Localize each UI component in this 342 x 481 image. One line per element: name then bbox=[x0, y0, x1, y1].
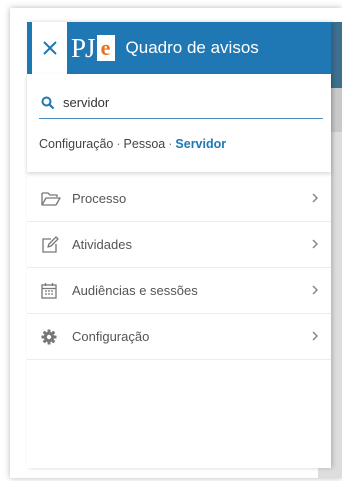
menu-item-label: Configuração bbox=[72, 329, 150, 344]
breadcrumb-item: Pessoa bbox=[123, 137, 166, 151]
breadcrumb-item-active: Servidor bbox=[175, 137, 227, 151]
menu-item-configuracao[interactable]: Configuração bbox=[27, 314, 331, 360]
menu-item-atividades[interactable]: Atividades bbox=[27, 222, 331, 268]
logo-text: PJ bbox=[71, 33, 96, 63]
close-icon bbox=[42, 41, 57, 55]
search-panel: Configuração·Pessoa·Servidor bbox=[27, 74, 331, 172]
calendar-icon bbox=[41, 282, 63, 300]
menu-item-label: Processo bbox=[72, 191, 127, 206]
chevron-right-icon bbox=[312, 331, 319, 341]
folder-open-icon bbox=[41, 190, 63, 208]
pje-logo[interactable]: PJ e bbox=[71, 33, 115, 63]
search-field bbox=[39, 87, 323, 119]
navigation-drawer: PJ e Quadro de avisos Configuração·Pesso… bbox=[27, 22, 331, 468]
breadcrumb-separator: · bbox=[116, 137, 121, 151]
drawer-header: PJ e Quadro de avisos bbox=[27, 22, 331, 74]
chevron-right-icon bbox=[312, 285, 319, 295]
search-input[interactable] bbox=[63, 91, 263, 114]
menu-item-audiencias[interactable]: Audiências e sessões bbox=[27, 268, 331, 314]
menu-item-processo[interactable]: Processo bbox=[27, 176, 331, 222]
breadcrumb-item: Configuração bbox=[39, 137, 114, 151]
menu-item-label: Atividades bbox=[72, 237, 132, 252]
main-menu: Processo Atividades Audiências e sessões… bbox=[27, 176, 331, 360]
chevron-right-icon bbox=[312, 193, 319, 203]
logo-badge: e bbox=[96, 35, 115, 61]
gear-icon bbox=[41, 328, 63, 346]
search-result-breadcrumb[interactable]: Configuração · Pessoa · Servidor bbox=[39, 137, 226, 151]
breadcrumb-separator: · bbox=[168, 137, 173, 151]
chevron-right-icon bbox=[312, 239, 319, 249]
search-icon bbox=[41, 96, 55, 109]
page-title[interactable]: Quadro de avisos bbox=[126, 38, 259, 58]
edit-icon bbox=[41, 235, 63, 254]
menu-item-label: Audiências e sessões bbox=[72, 283, 198, 298]
close-button[interactable] bbox=[27, 22, 67, 74]
